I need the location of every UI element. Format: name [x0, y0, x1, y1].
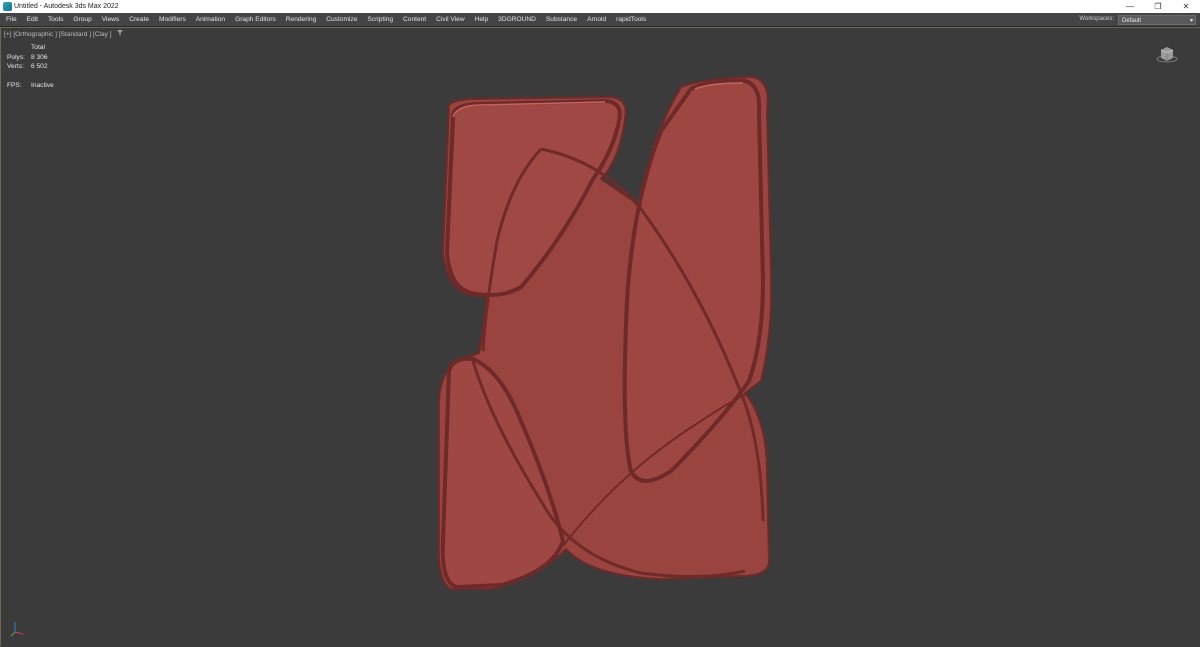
menu-bar: File Edit Tools Group Views Create Modif…: [0, 13, 1200, 27]
viewport-orthographic[interactable]: [+] [Orthographic ] [Standard ] [Clay ] …: [0, 27, 1200, 646]
menu-scripting[interactable]: Scripting: [367, 13, 393, 26]
filter-icon[interactable]: [117, 30, 124, 38]
menu-modifiers[interactable]: Modifiers: [159, 13, 186, 26]
clay-model: [437, 75, 773, 590]
minimize-button[interactable]: —: [1116, 0, 1144, 13]
menu-graph-editors[interactable]: Graph Editors: [235, 13, 276, 26]
axis-tripod-icon: [9, 618, 29, 638]
workspace-selector: Workspaces: Default ▾: [1079, 14, 1196, 25]
menu-file[interactable]: File: [6, 13, 17, 26]
verts-value: 6 502: [31, 63, 48, 70]
viewport-statistics: Total Polys: 8 306 Verts: 6 502 FPS: Inacti…: [7, 43, 54, 90]
viewcube-icon[interactable]: [1156, 43, 1178, 65]
window-title: Untitled - Autodesk 3ds Max 2022: [14, 3, 119, 10]
polys-label: Polys:: [7, 53, 25, 61]
workspace-value: Default: [1122, 17, 1142, 24]
chevron-down-icon: ▾: [1189, 17, 1193, 24]
menu-arnold[interactable]: Arnold: [587, 13, 606, 26]
viewport-label-text[interactable]: [+] [Orthographic ] [Standard ] [Clay ]: [4, 31, 112, 38]
menu-help[interactable]: Help: [475, 13, 489, 26]
restore-button[interactable]: ❐: [1144, 0, 1172, 13]
app-icon: [3, 2, 12, 11]
menu-content[interactable]: Content: [403, 13, 426, 26]
menu-animation[interactable]: Animation: [196, 13, 225, 26]
stats-header: Total: [31, 44, 45, 51]
fps-label: FPS:: [7, 81, 22, 89]
workspace-dropdown[interactable]: Default ▾: [1118, 14, 1196, 25]
workspace-label: Workspaces:: [1079, 16, 1114, 22]
menu-substance[interactable]: Substance: [546, 13, 577, 26]
menu-customize[interactable]: Customize: [326, 13, 357, 26]
menu-civil-view[interactable]: Civil View: [436, 13, 464, 26]
close-button[interactable]: ✕: [1172, 0, 1200, 13]
menu-group[interactable]: Group: [73, 13, 91, 26]
menu-views[interactable]: Views: [102, 13, 119, 26]
polys-value: 8 306: [31, 53, 48, 61]
menu-3dground[interactable]: 3DGROUND: [498, 13, 536, 26]
menu-create[interactable]: Create: [129, 13, 149, 26]
verts-label: Verts:: [7, 63, 24, 70]
menu-tools[interactable]: Tools: [48, 13, 63, 26]
menu-rapidtools[interactable]: rapidTools: [616, 13, 646, 26]
menu-rendering[interactable]: Rendering: [286, 13, 316, 26]
viewport-label[interactable]: [+] [Orthographic ] [Standard ] [Clay ]: [4, 30, 124, 38]
menu-edit[interactable]: Edit: [27, 13, 38, 26]
menu-items: File Edit Tools Group Views Create Modif…: [6, 13, 646, 26]
title-bar: Untitled - Autodesk 3ds Max 2022 — ❐ ✕: [0, 0, 1200, 13]
fps-value: Inactive: [31, 81, 54, 89]
